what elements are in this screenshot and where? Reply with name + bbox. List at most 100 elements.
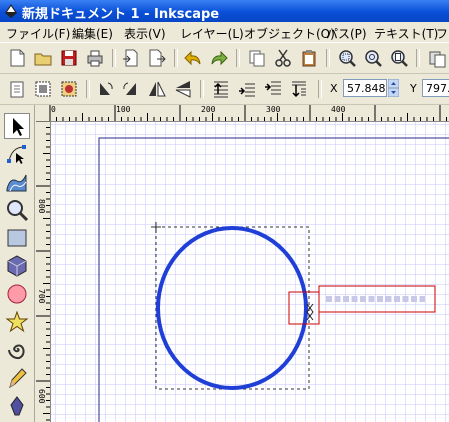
- duplicate-button[interactable]: [426, 47, 448, 69]
- menu-object[interactable]: オブジェクト(O): [244, 25, 335, 42]
- rectangle-tool[interactable]: [4, 225, 30, 251]
- star-tool[interactable]: [4, 309, 30, 335]
- redo-icon: [211, 50, 228, 66]
- y-label: Y: [410, 82, 417, 95]
- zoom-selection-button[interactable]: [336, 47, 358, 69]
- invert-selection-icon: [61, 81, 77, 97]
- copy-icon: [249, 50, 265, 67]
- command-toolbar: [0, 43, 449, 74]
- rotate-ccw-icon: [100, 82, 113, 95]
- circle-icon: [7, 284, 27, 304]
- open-folder-icon: [34, 53, 52, 66]
- tweak-tool[interactable]: [4, 169, 30, 195]
- raise-button[interactable]: [236, 78, 258, 100]
- import-button[interactable]: [120, 47, 142, 69]
- ellipse-tool[interactable]: [4, 281, 30, 307]
- node-edit-icon: [7, 145, 26, 164]
- export-icon: [149, 49, 166, 67]
- flip-horizontal-button[interactable]: [146, 78, 168, 100]
- vertical-ruler[interactable]: 800 700 600: [36, 121, 51, 422]
- star-icon: [5, 310, 29, 333]
- pencil-tool[interactable]: [4, 365, 30, 391]
- select-all-layers-button[interactable]: [32, 78, 54, 100]
- print-button[interactable]: [84, 47, 106, 69]
- paste-button[interactable]: [298, 47, 320, 69]
- save-button[interactable]: [58, 47, 80, 69]
- undo-icon: [184, 50, 201, 66]
- spiral-icon: [8, 344, 25, 360]
- 3d-box-icon: [7, 255, 27, 277]
- lower-to-bottom-icon: [292, 81, 306, 98]
- menu-layer[interactable]: レイヤー(L): [180, 25, 244, 42]
- select-all-layers-icon: [35, 81, 51, 97]
- title-bar: 新規ドキュメント 1 - Inkscape: [0, 0, 449, 22]
- zoom-page-icon: [391, 50, 408, 67]
- menu-text[interactable]: テキスト(T): [374, 25, 438, 42]
- menu-view[interactable]: 表示(V): [124, 25, 166, 42]
- menu-filter[interactable]: フ: [436, 25, 448, 42]
- tool-controls-bar: X 57.848 Y 797.8: [0, 74, 449, 105]
- x-label: X: [330, 82, 338, 95]
- pencil-icon: [9, 368, 27, 389]
- new-document-button[interactable]: [6, 47, 28, 69]
- rectangle-icon: [7, 229, 27, 247]
- spin-arrows-icon: [387, 78, 400, 98]
- drawing-canvas[interactable]: [51, 122, 449, 422]
- flip-vertical-icon: [175, 81, 191, 98]
- scissors-icon: [275, 49, 291, 67]
- pen-icon: [10, 396, 24, 416]
- ruler-ticks: [49, 105, 447, 121]
- magnifier-icon: [7, 200, 29, 222]
- select-all-button[interactable]: [6, 78, 28, 100]
- lower-button[interactable]: [262, 78, 284, 100]
- menu-file[interactable]: ファイル(F): [6, 25, 70, 42]
- grid: [51, 122, 449, 422]
- toolbar-separator: [86, 80, 90, 98]
- toolbox: [0, 105, 35, 422]
- ruler-label: 0: [51, 105, 56, 114]
- undo-button[interactable]: [182, 47, 204, 69]
- lower-to-bottom-button[interactable]: [288, 78, 310, 100]
- zoom-drawing-icon: [365, 50, 382, 67]
- cut-button[interactable]: [272, 47, 294, 69]
- zoom-tool[interactable]: [4, 197, 30, 223]
- pen-tool[interactable]: [4, 393, 30, 419]
- ruler-label: 200: [201, 105, 216, 114]
- open-button[interactable]: [32, 47, 54, 69]
- ruler-label: 700: [37, 289, 46, 304]
- 3d-box-tool[interactable]: [4, 253, 30, 279]
- y-coordinate-input[interactable]: 797.8: [422, 79, 449, 97]
- copy-button[interactable]: [246, 47, 268, 69]
- selector-tool[interactable]: [4, 113, 30, 139]
- rotate-ccw-button[interactable]: [94, 78, 116, 100]
- select-all-icon: [10, 81, 24, 98]
- menu-path[interactable]: パス(P): [326, 25, 367, 42]
- ruler-label: 600: [37, 389, 46, 404]
- toolbar-separator: [326, 49, 330, 67]
- horizontal-ruler[interactable]: 0 100 200 300 400: [36, 105, 449, 122]
- zoom-page-button[interactable]: [388, 47, 410, 69]
- paste-icon: [302, 50, 316, 67]
- ruler-label: 300: [266, 105, 281, 114]
- invert-selection-button[interactable]: [58, 78, 80, 100]
- duplicate-icon: [429, 51, 446, 68]
- redo-button[interactable]: [208, 47, 230, 69]
- spiral-tool[interactable]: [4, 337, 30, 363]
- rotate-cw-button[interactable]: [120, 78, 142, 100]
- x-coordinate-input[interactable]: 57.848: [343, 79, 387, 97]
- ruler-label: 800: [37, 199, 46, 214]
- ruler-label: 100: [116, 105, 131, 114]
- x-spin-button[interactable]: [387, 78, 400, 98]
- menu-edit[interactable]: 編集(E): [72, 25, 113, 42]
- node-tool[interactable]: [4, 141, 30, 167]
- toolbar-separator: [174, 49, 178, 67]
- new-document-icon: [10, 49, 25, 67]
- toolbar-separator: [416, 49, 420, 67]
- flip-vertical-button[interactable]: [172, 78, 194, 100]
- window-title: 新規ドキュメント 1 - Inkscape: [22, 7, 220, 22]
- zoom-drawing-button[interactable]: [362, 47, 384, 69]
- toolbar-separator: [318, 80, 322, 98]
- raise-to-top-button[interactable]: [210, 78, 232, 100]
- zoom-selection-icon: [339, 50, 356, 67]
- export-button[interactable]: [146, 47, 168, 69]
